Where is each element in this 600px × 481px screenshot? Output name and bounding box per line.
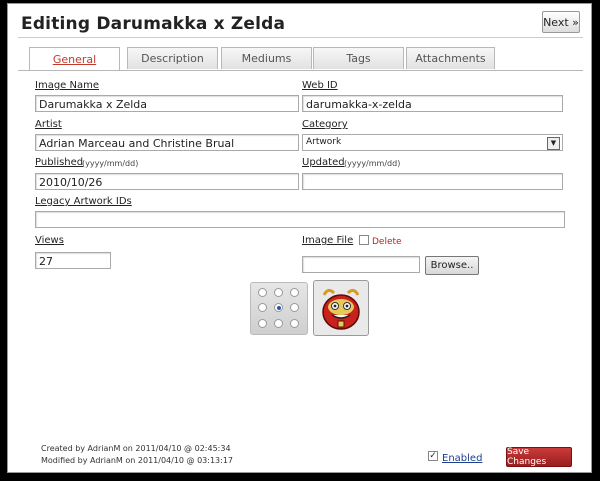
tab-mediums[interactable]: Mediums [221,47,312,69]
browse-button[interactable]: Browse.. [425,256,479,275]
save-changes-button[interactable]: Save Changes [506,447,572,467]
align-bottom-center[interactable] [274,319,283,328]
artist-label: Artist [35,119,62,130]
enabled-checkbox[interactable]: ✓ [428,451,438,461]
category-select[interactable]: Artwork ▼ [302,134,563,151]
published-hint: (yyyy/mm/dd) [82,159,139,168]
next-button[interactable]: Next » [542,11,580,33]
enabled-label: Enabled [442,453,483,464]
artist-input[interactable]: Adrian Marceau and Christine Brual [35,134,299,151]
legacy-ids-label: Legacy Artwork IDs [35,196,132,207]
tab-tags[interactable]: Tags [313,47,404,69]
tab-description[interactable]: Description [127,47,218,69]
updated-input[interactable] [302,173,563,190]
web-id-label: Web ID [302,80,338,91]
category-value: Artwork [306,137,342,147]
created-info: Created by AdrianM on 2011/04/10 @ 02:45… [41,444,231,453]
updated-hint: (yyyy/mm/dd) [344,159,401,168]
align-bottom-right[interactable] [290,319,299,328]
page-title: Editing Darumakka x Zelda [21,14,286,34]
published-input[interactable]: 2010/10/26 [35,173,299,190]
align-middle-right[interactable] [290,303,299,312]
legacy-ids-input[interactable] [35,211,565,228]
artwork-thumbnail [313,280,369,336]
edit-panel: Editing Darumakka x Zelda Next » General… [7,3,592,473]
image-name-label: Image Name [35,80,99,91]
delete-label: Delete [372,237,402,247]
category-label: Category [302,119,348,130]
delete-checkbox[interactable] [359,235,369,245]
web-id-input[interactable]: darumakka-x-zelda [302,95,563,112]
align-top-right[interactable] [290,288,299,297]
align-top-left[interactable] [258,288,267,297]
darumakka-icon [322,288,360,330]
views-label: Views [35,235,64,246]
header-divider [18,37,583,38]
tab-underline [18,70,583,71]
tab-general[interactable]: General [29,47,120,71]
published-label: Published [35,157,84,168]
image-name-input[interactable]: Darumakka x Zelda [35,95,299,112]
image-file-label: Image File [302,235,354,246]
modified-info: Modified by AdrianM on 2011/04/10 @ 03:1… [41,456,234,465]
updated-label: Updated [302,157,345,168]
tab-attachments[interactable]: Attachments [406,47,495,69]
image-file-input[interactable] [302,256,420,273]
align-top-center[interactable] [274,288,283,297]
align-center[interactable] [274,303,283,312]
alignment-picker [250,282,308,335]
align-middle-left[interactable] [258,303,267,312]
align-bottom-left[interactable] [258,319,267,328]
chevron-down-icon[interactable]: ▼ [547,137,560,150]
views-input[interactable]: 27 [35,252,111,269]
